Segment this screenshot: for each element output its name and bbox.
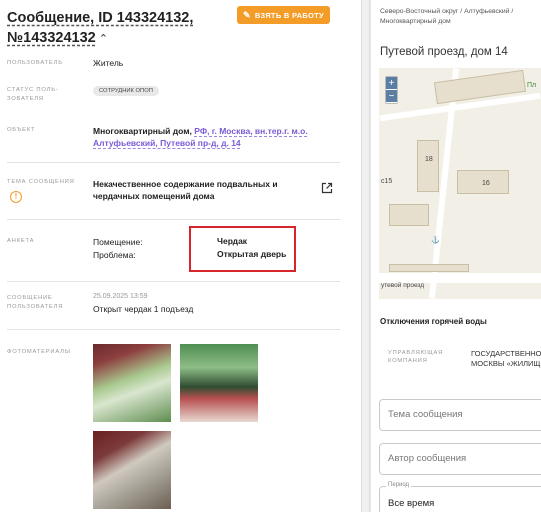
page-title: Сообщение, ID 143324132, №143324132 ⌃ xyxy=(7,8,237,49)
form-question-problem: Проблема: xyxy=(93,250,136,260)
building-label: с15 xyxy=(381,178,393,185)
message-text: Открыт чердак 1 подъезд xyxy=(93,304,194,314)
form-label: АНКЕТА xyxy=(7,238,35,244)
management-label-line: УПРАВЛЯЮЩАЯ xyxy=(388,350,444,356)
management-company-label: УПРАВЛЯЮЩАЯ КОМПАНИЯ xyxy=(388,349,443,365)
object-info-panel: Северо-Восточный округ / Алтуфьевский / … xyxy=(371,0,541,512)
take-to-work-label: ВЗЯТЬ В РАБОТУ xyxy=(254,10,325,20)
photo-thumbnail[interactable] xyxy=(93,344,171,422)
warning-icon: ! xyxy=(10,191,22,203)
chevron-up-icon[interactable]: ⌃ xyxy=(99,29,108,49)
external-link-icon[interactable] xyxy=(321,182,333,194)
status-label-2: ЗОВАТЕЛЯ xyxy=(7,96,44,102)
object-value: Многоквартирный дом, РФ, г. Москва, вн.т… xyxy=(93,125,308,149)
breadcrumb[interactable]: Северо-Восточный округ / Алтуфьевский / … xyxy=(380,7,540,27)
management-company-value: ГОСУДАРСТВЕННО МОСКВЫ «ЖИЛИЩ xyxy=(471,349,541,369)
topic-input-placeholder: Тема сообщения xyxy=(388,409,463,420)
photo-thumbnail[interactable] xyxy=(180,344,258,422)
highlight-box xyxy=(189,226,296,272)
management-value-line: МОСКВЫ «ЖИЛИЩ xyxy=(471,359,541,368)
divider xyxy=(7,162,340,163)
photos-label: ФОТОМАТЕРИАЛЫ xyxy=(7,349,71,355)
object-label: ОБЪЕКТ xyxy=(7,127,36,133)
zoom-in-button[interactable]: + xyxy=(386,77,397,90)
road-label: утевой проезд xyxy=(381,282,425,289)
building-label: 18 xyxy=(425,156,433,163)
building-label: 16 xyxy=(482,180,490,187)
map[interactable]: 18 16 с15 утевой проезд Пл ⚓ + − xyxy=(379,68,541,299)
management-value-line: ГОСУДАРСТВЕННО xyxy=(471,349,541,358)
take-to-work-button[interactable]: ✎ ВЗЯТЬ В РАБОТУ xyxy=(237,6,330,24)
period-value: Все время xyxy=(388,498,435,509)
user-value: Житель xyxy=(93,58,124,68)
park-label: Пл xyxy=(527,82,537,89)
object-type: Многоквартирный дом, xyxy=(93,126,192,136)
divider xyxy=(7,281,340,282)
author-input-placeholder: Автор сообщения xyxy=(388,453,467,464)
topic-value: Некачественное содержание подвальных и ч… xyxy=(93,179,278,201)
message-date: 25.09.2025 13:59 xyxy=(93,293,148,300)
user-label: ПОЛЬЗОВАТЕЛЬ xyxy=(7,60,63,66)
message-label-1: СООБЩЕНИЕ xyxy=(7,295,53,301)
status-label-1: СТАТУС ПОЛЬ- xyxy=(7,87,59,93)
pencil-icon: ✎ xyxy=(242,9,251,20)
form-question-room: Помещение: xyxy=(93,237,143,247)
panel-splitter[interactable] xyxy=(361,0,370,512)
period-legend: Период xyxy=(386,482,412,488)
divider xyxy=(7,219,340,220)
map-zoom-control: + − xyxy=(385,76,398,104)
period-select[interactable]: Период Все время xyxy=(379,482,541,512)
outage-title: Отключения горячей воды xyxy=(380,317,487,326)
message-label-2: ПОЛЬЗОВАТЕЛЯ xyxy=(7,304,64,310)
management-label-line: КОМПАНИЯ xyxy=(388,358,428,364)
status-badge: СОТРУДНИК ОПОП xyxy=(93,86,159,96)
author-input[interactable]: Автор сообщения xyxy=(379,443,541,475)
topic-label: ТЕМА СООБЩЕНИЯ xyxy=(7,179,75,185)
topic-input[interactable]: Тема сообщения xyxy=(379,399,541,431)
photo-thumbnail[interactable] xyxy=(93,431,171,509)
address-title: Путевой проезд, дом 14 xyxy=(380,46,508,58)
map-marker-icon: ⚓ xyxy=(431,237,440,244)
divider xyxy=(7,329,340,330)
message-detail-panel: Сообщение, ID 143324132, №143324132 ⌃ ✎ В… xyxy=(0,0,361,512)
zoom-out-button[interactable]: − xyxy=(386,90,397,103)
